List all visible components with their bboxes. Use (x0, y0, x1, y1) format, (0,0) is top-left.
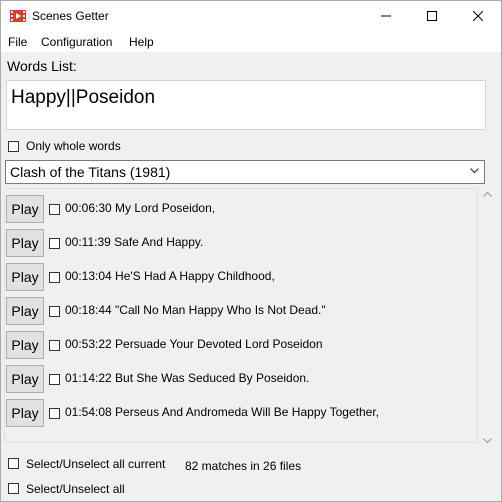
play-button[interactable]: Play (6, 263, 44, 291)
close-button[interactable] (455, 1, 501, 31)
list-item: Play 01:54:08 Perseus And Andromeda Will… (5, 399, 475, 427)
result-text: 00:06:30 My Lord Poseidon, (65, 201, 216, 215)
list-item: Play 00:18:44 "Call No Man Happy Who Is … (5, 297, 475, 325)
only-whole-words-checkbox[interactable] (8, 141, 19, 152)
menu-help[interactable]: Help (129, 35, 154, 49)
words-list-label: Words List: (7, 58, 77, 74)
play-button[interactable]: Play (6, 195, 44, 223)
menu-configuration[interactable]: Configuration (41, 35, 112, 49)
result-checkbox[interactable] (49, 408, 60, 419)
menu-bar: File Configuration Help (1, 31, 501, 52)
result-text: 00:18:44 "Call No Man Happy Who Is Not D… (65, 303, 326, 317)
list-item: Play 00:13:04 He'S Had A Happy Childhood… (5, 263, 475, 291)
scroll-down-icon[interactable] (483, 438, 492, 444)
result-checkbox[interactable] (49, 204, 60, 215)
film-icon (10, 10, 26, 22)
chevron-down-icon (470, 168, 479, 174)
maximize-button[interactable] (409, 1, 455, 31)
result-checkbox[interactable] (49, 306, 60, 317)
result-checkbox[interactable] (49, 238, 60, 249)
list-item: Play 00:53:22 Persuade Your Devoted Lord… (5, 331, 475, 359)
scroll-up-icon[interactable] (483, 191, 492, 197)
close-icon (473, 11, 483, 21)
title-bar[interactable]: Scenes Getter (1, 1, 501, 31)
window-title: Scenes Getter (32, 9, 109, 23)
results-scrollbar[interactable] (479, 188, 496, 450)
words-list-value: Happy||Poseidon (11, 87, 156, 108)
select-all-label: Select/Unselect all (26, 482, 125, 496)
words-list-input[interactable]: Happy||Poseidon (6, 80, 486, 130)
play-button[interactable]: Play (6, 229, 44, 257)
result-text: 01:14:22 But She Was Seduced By Poseidon… (65, 371, 310, 385)
movie-select[interactable]: Clash of the Titans (1981) (5, 160, 485, 184)
result-text: 01:54:08 Perseus And Andromeda Will Be H… (65, 405, 379, 419)
minimize-button[interactable] (363, 1, 409, 31)
select-all-checkbox[interactable] (8, 483, 19, 494)
result-text: 00:11:39 Safe And Happy. (65, 235, 204, 249)
menu-file[interactable]: File (8, 35, 27, 49)
results-list: Play 00:06:30 My Lord Poseidon, Play 00:… (4, 188, 478, 443)
result-text: 00:13:04 He'S Had A Happy Childhood, (65, 269, 275, 283)
play-button[interactable]: Play (6, 331, 44, 359)
match-count: 82 matches in 26 files (185, 459, 302, 473)
result-checkbox[interactable] (49, 374, 60, 385)
play-button[interactable]: Play (6, 297, 44, 325)
select-current-checkbox[interactable] (8, 458, 19, 469)
play-button[interactable]: Play (6, 399, 44, 427)
only-whole-words-label: Only whole words (26, 139, 121, 153)
list-item: Play 00:06:30 My Lord Poseidon, (5, 195, 475, 223)
select-current-label: Select/Unselect all current (26, 457, 166, 471)
main-window: Scenes Getter File Configuration Help Wo… (0, 0, 502, 502)
list-item: Play 00:11:39 Safe And Happy. (5, 229, 475, 257)
maximize-icon (427, 11, 437, 21)
result-text: 00:53:22 Persuade Your Devoted Lord Pose… (65, 337, 323, 351)
list-item: Play 01:14:22 But She Was Seduced By Pos… (5, 365, 475, 393)
minimize-icon (381, 15, 391, 17)
result-checkbox[interactable] (49, 340, 60, 351)
result-checkbox[interactable] (49, 272, 60, 283)
movie-select-value: Clash of the Titans (1981) (10, 164, 171, 180)
play-button[interactable]: Play (6, 365, 44, 393)
